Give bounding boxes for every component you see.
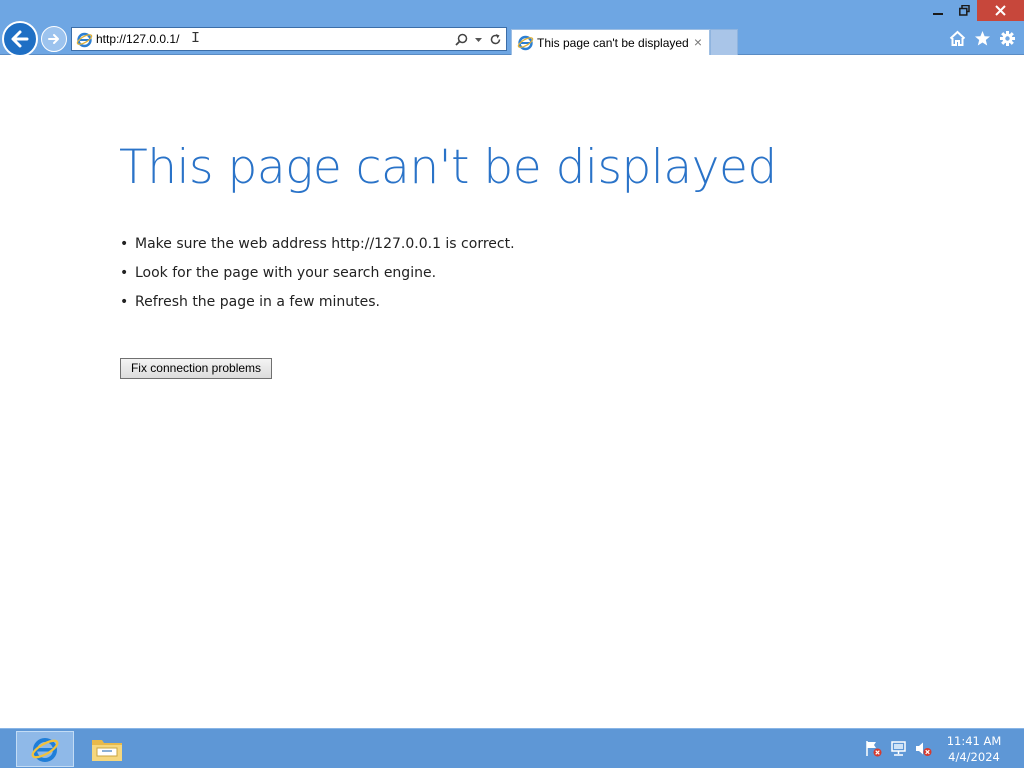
back-arrow-icon bbox=[11, 30, 29, 48]
taskbar-internet-explorer[interactable] bbox=[16, 731, 74, 767]
page-content: This page can't be displayed Make sure t… bbox=[0, 56, 1024, 728]
tab-close-button[interactable]: × bbox=[691, 34, 705, 50]
favorites-button[interactable] bbox=[972, 28, 993, 49]
address-input[interactable]: http://127.0.0.1/ bbox=[96, 32, 179, 46]
home-icon bbox=[949, 30, 966, 46]
close-icon bbox=[995, 5, 1006, 16]
action-center-flag-icon bbox=[866, 741, 882, 757]
list-item: Refresh the page in a few minutes. bbox=[120, 294, 515, 323]
search-button[interactable] bbox=[454, 31, 469, 48]
home-button[interactable] bbox=[947, 28, 968, 49]
suggestion-list: Make sure the web address http://127.0.0… bbox=[120, 236, 515, 323]
action-center-button[interactable] bbox=[864, 739, 883, 758]
network-button[interactable] bbox=[889, 739, 908, 758]
forward-arrow-icon bbox=[48, 34, 59, 44]
restore-icon bbox=[958, 5, 970, 16]
tab-title: This page can't be displayed bbox=[537, 36, 689, 50]
internet-explorer-icon bbox=[76, 32, 93, 48]
file-explorer-icon bbox=[92, 740, 122, 761]
command-icons bbox=[947, 28, 1018, 49]
fix-connection-problems-button[interactable]: Fix connection problems bbox=[120, 358, 272, 379]
tab-active[interactable]: This page can't be displayed × bbox=[511, 29, 710, 55]
browser-toolbar: http://127.0.0.1/ I This page can't be d… bbox=[0, 0, 1024, 57]
clock-time: 11:41 AM bbox=[946, 734, 1002, 748]
refresh-icon bbox=[490, 34, 501, 45]
network-icon bbox=[891, 741, 906, 756]
tools-button[interactable] bbox=[997, 28, 1018, 49]
address-bar[interactable]: http://127.0.0.1/ I bbox=[71, 27, 507, 51]
forward-button[interactable] bbox=[41, 26, 67, 52]
speaker-muted-icon bbox=[916, 742, 932, 756]
page-title: This page can't be displayed bbox=[119, 140, 777, 195]
minimize-button[interactable] bbox=[925, 0, 951, 21]
favorites-star-icon bbox=[975, 31, 990, 46]
settings-gear-icon bbox=[1000, 31, 1015, 46]
minimize-icon bbox=[933, 12, 943, 15]
dropdown-arrow-icon bbox=[475, 38, 482, 42]
taskbar: 11:41 AM 4/4/2024 bbox=[0, 728, 1024, 768]
taskbar-file-explorer[interactable] bbox=[78, 731, 136, 767]
search-icon bbox=[455, 33, 468, 46]
clock-date: 4/4/2024 bbox=[948, 750, 1000, 764]
list-item: Make sure the web address http://127.0.0… bbox=[120, 236, 515, 265]
address-tools bbox=[454, 31, 503, 48]
volume-button[interactable] bbox=[914, 739, 933, 758]
address-dropdown-button[interactable] bbox=[471, 31, 486, 48]
new-tab-button[interactable] bbox=[710, 29, 738, 55]
text-cursor: I bbox=[191, 30, 201, 47]
system-tray bbox=[864, 739, 933, 758]
restore-button[interactable] bbox=[951, 0, 977, 21]
window-controls bbox=[925, 0, 1024, 21]
back-button[interactable] bbox=[2, 21, 38, 57]
internet-explorer-icon bbox=[517, 35, 534, 51]
refresh-button[interactable] bbox=[488, 31, 503, 48]
list-item: Look for the page with your search engin… bbox=[120, 265, 515, 294]
internet-explorer-icon bbox=[31, 738, 59, 762]
close-window-button[interactable] bbox=[977, 0, 1024, 21]
taskbar-clock[interactable]: 11:41 AM 4/4/2024 bbox=[942, 733, 1006, 765]
